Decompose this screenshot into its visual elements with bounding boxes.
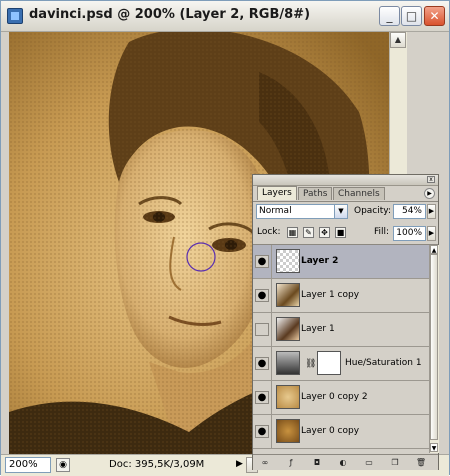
status-menu-arrow[interactable]: ▶ [236,459,243,469]
add-mask-icon[interactable]: ◘ [311,457,323,468]
layer-name: Layer 0 copy [301,426,360,436]
link-layers-icon[interactable]: ∞ [259,457,271,468]
layer-name: Hue/Saturation 1 [345,358,422,368]
tab-paths[interactable]: Paths [298,187,333,200]
window-title: davinci.psd @ 200% (Layer 2, RGB/8#) [29,7,311,22]
layer-name: Layer 2 [301,256,339,266]
new-adjustment-layer-icon[interactable]: ◐ [337,457,349,468]
lock-position-move-icon[interactable]: ✥ [319,227,330,238]
fill-slider-arrow[interactable]: ▶ [427,226,436,241]
layer-thumbnail [276,249,300,273]
photoshop-doc-icon [7,8,23,24]
zoom-level-field[interactable]: 200% [5,457,51,473]
layer-row-layer-1[interactable]: Layer 1 [253,313,429,347]
layer-row-layer-0-copy-2[interactable]: ● Layer 0 copy 2 [253,381,429,415]
lock-fill-row: Lock: ▦ ✎ ✥ ■ Fill: 100% ▶ [253,224,438,245]
delete-layer-trash-icon[interactable]: 🗑 [415,457,427,468]
layer-row-layer-0-copy[interactable]: ● Layer 0 copy [253,415,429,449]
layer-row-layer-1-copy[interactable]: ● Layer 1 copy [253,279,429,313]
layers-list: ● Layer 2 ● Layer 1 copy Layer 1 ● ⛓ Hue… [253,245,429,453]
layer-row-layer-2[interactable]: ● Layer 2 [253,245,429,279]
close-button[interactable]: ✕ [424,6,445,26]
layer-name: Layer 1 copy [301,290,360,300]
minimize-button[interactable]: _ [379,6,400,26]
palette-tabs: Layers Paths Channels ▶ [253,185,438,202]
link-column-divider [271,381,272,414]
layer-thumbnail [276,317,300,341]
title-bar[interactable]: davinci.psd @ 200% (Layer 2, RGB/8#) _ □… [1,1,449,32]
layer-style-fx-icon[interactable]: ƒ [285,457,297,468]
layers-palette: x Layers Paths Channels ▶ Normal ▼ Opaci… [252,174,439,470]
layers-scrollbar[interactable]: ▲ ▼ [429,245,439,453]
new-layer-icon[interactable]: ❐ [389,457,401,468]
lock-label: Lock: [257,227,281,237]
fill-label: Fill: [374,227,390,237]
link-column-divider [271,313,272,346]
tab-layers[interactable]: Layers [257,186,297,200]
link-column-divider [271,415,272,448]
blend-mode-value: Normal [259,206,292,216]
scroll-thumb[interactable] [430,254,438,440]
opacity-label: Opacity: [354,206,391,216]
layer-name: Layer 0 copy 2 [301,392,368,402]
fill-field[interactable]: 100% [393,226,426,241]
link-chain-icon[interactable]: ⛓ [305,359,316,369]
visibility-eye-icon[interactable]: ● [255,357,269,370]
navigator-icon[interactable]: ◉ [56,458,70,472]
maximize-button[interactable]: □ [401,6,422,26]
visibility-eye-icon-hidden[interactable] [255,323,269,336]
layer-thumbnail [276,385,300,409]
chevron-down-icon: ▼ [334,205,347,218]
blend-mode-select[interactable]: Normal ▼ [256,204,348,219]
adjustment-layer-icon [276,351,300,375]
tab-channels[interactable]: Channels [333,187,385,200]
visibility-eye-icon[interactable]: ● [255,255,269,268]
scroll-up-arrow[interactable]: ▲ [430,245,438,254]
palette-menu-icon[interactable]: ▶ [424,188,435,199]
opacity-field[interactable]: 54% [393,204,426,219]
link-column-divider [271,245,272,278]
layer-mask-thumbnail [317,351,341,375]
visibility-eye-icon[interactable]: ● [255,289,269,302]
lock-all-padlock-icon[interactable]: ■ [335,227,346,238]
lock-transparency-icon[interactable]: ▦ [287,227,298,238]
lock-image-brush-icon[interactable]: ✎ [303,227,314,238]
document-size-info: Doc: 395,5K/3,09M [109,459,205,470]
layer-name: Layer 1 [301,324,335,334]
scroll-down-arrow[interactable]: ▼ [430,443,438,452]
scroll-up-arrow[interactable]: ▲ [390,32,406,48]
blend-opacity-row: Normal ▼ Opacity: 54% ▶ [253,202,438,224]
layer-thumbnail [276,283,300,307]
palette-close-icon[interactable]: x [427,176,435,183]
visibility-eye-icon[interactable]: ● [255,425,269,438]
photoshop-document-window: davinci.psd @ 200% (Layer 2, RGB/8#) _ □… [0,0,450,476]
layer-row-hue-saturation-1[interactable]: ● ⛓ Hue/Saturation 1 [253,347,429,381]
new-group-folder-icon[interactable]: ▭ [363,457,375,468]
visibility-eye-icon[interactable]: ● [255,391,269,404]
opacity-slider-arrow[interactable]: ▶ [427,204,436,219]
layer-thumbnail [276,419,300,443]
link-column-divider [271,279,272,312]
layers-bottom-toolbar: ∞ ƒ ◘ ◐ ▭ ❐ 🗑 [253,454,438,470]
link-column-divider [271,347,272,380]
